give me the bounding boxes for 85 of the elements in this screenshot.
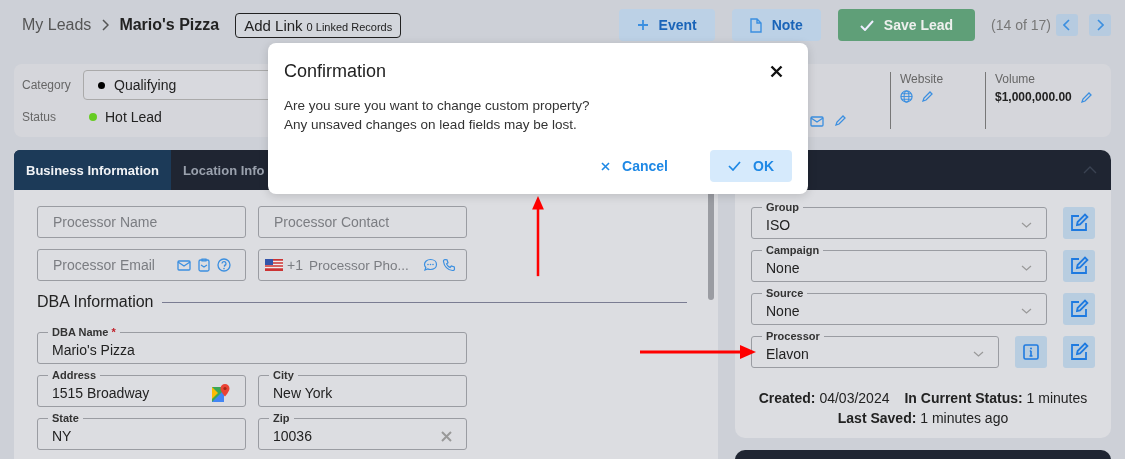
note-button[interactable]: Note xyxy=(731,9,821,41)
edit-button[interactable] xyxy=(1063,293,1095,325)
field-label: State xyxy=(48,411,83,425)
edit-button[interactable] xyxy=(1063,207,1095,239)
phone-icon[interactable] xyxy=(442,258,456,272)
dialog-title: Confirmation xyxy=(284,60,387,82)
field-label: City xyxy=(269,368,298,382)
website-label: Website xyxy=(900,72,945,86)
chevron-down-icon xyxy=(1021,308,1032,314)
pencil-icon[interactable] xyxy=(1079,90,1093,104)
edit-icon xyxy=(1069,256,1089,276)
field-value: Mario's Pizza xyxy=(52,342,135,358)
close-icon xyxy=(601,161,611,171)
info-button[interactable] xyxy=(1015,336,1047,368)
field-value: NY xyxy=(52,428,72,444)
next-button[interactable] xyxy=(1089,14,1111,36)
chevron-up-icon[interactable] xyxy=(1083,166,1097,174)
envelope-icon[interactable] xyxy=(177,259,191,271)
dialog-message: Any unsaved changes on lead fields may be lost. xyxy=(284,116,578,134)
add-link-button[interactable]: Add Link 0 Linked Records xyxy=(235,12,402,38)
page-title: Mario's Pizza xyxy=(119,16,220,34)
chevron-down-icon xyxy=(1021,265,1032,271)
volume-label: Volume xyxy=(995,72,1037,86)
country-code: +1 xyxy=(287,257,303,273)
field-value: Elavon xyxy=(766,346,809,362)
placeholder-text: Processor Contact xyxy=(274,214,390,230)
field-label: Group xyxy=(762,200,803,214)
pencil-icon[interactable] xyxy=(834,114,847,127)
status-value: Hot Lead xyxy=(105,108,162,125)
event-button[interactable]: Event xyxy=(618,9,715,41)
linked-records-count: 0 Linked Records xyxy=(306,20,393,33)
chevron-left-icon xyxy=(1063,19,1071,31)
help-icon[interactable] xyxy=(217,258,231,272)
edit-button[interactable] xyxy=(1063,336,1095,368)
field-label: Campaign xyxy=(762,243,824,257)
edit-icon xyxy=(1069,342,1089,362)
dialog-message: Are you sure you want to change custom property? xyxy=(284,97,591,115)
cancel-button[interactable]: Cancel xyxy=(583,150,686,182)
edit-icon xyxy=(1069,299,1089,319)
envelope-icon[interactable] xyxy=(810,116,824,127)
field-label: Source xyxy=(762,286,808,300)
timestamp-text: In Current Status: 1 minutes xyxy=(904,390,1088,406)
previous-button[interactable] xyxy=(1056,14,1078,36)
clear-icon[interactable] xyxy=(441,430,452,442)
volume-value: $1,000,000.00 xyxy=(995,90,1072,104)
info-icon xyxy=(1023,344,1039,360)
record-position: (14 of 17) xyxy=(991,17,1051,33)
chevron-right-icon xyxy=(101,19,110,31)
plus-icon xyxy=(636,19,649,31)
clipboard-icon[interactable] xyxy=(197,258,211,272)
placeholder-text: Processor Email xyxy=(53,257,155,273)
check-icon xyxy=(728,161,741,171)
status-label: Status xyxy=(22,109,58,124)
edit-button[interactable] xyxy=(1063,250,1095,282)
field-label: Zip xyxy=(269,411,294,425)
chevron-down-icon xyxy=(1021,222,1032,228)
section-heading: DBA Information xyxy=(37,293,154,311)
chevron-right-icon xyxy=(1096,19,1104,31)
document-icon xyxy=(749,17,762,33)
breadcrumb-link[interactable]: My Leads xyxy=(22,16,92,34)
field-label: DBA Name * xyxy=(48,325,120,339)
field-value: ISO xyxy=(766,217,791,233)
field-label: Processor xyxy=(762,329,824,343)
timestamp-text: Last Saved: 1 minutes ago xyxy=(837,410,1009,426)
chevron-down-icon xyxy=(973,351,984,357)
field-value: None xyxy=(766,260,800,276)
globe-icon[interactable] xyxy=(900,90,913,103)
placeholder-text: Processor Pho... xyxy=(308,257,409,273)
chat-icon[interactable] xyxy=(423,258,438,272)
field-value: 1515 Broadway xyxy=(52,385,150,401)
close-icon[interactable] xyxy=(770,64,783,78)
field-value: None xyxy=(766,303,800,319)
pencil-icon[interactable] xyxy=(921,90,934,103)
field-value: 10036 xyxy=(273,428,312,444)
category-label: Category xyxy=(22,78,72,92)
field-label: Address xyxy=(48,368,101,382)
field-value: New York xyxy=(273,385,333,401)
edit-icon xyxy=(1069,213,1089,233)
check-icon xyxy=(859,19,874,31)
flag-icon xyxy=(265,259,283,271)
timestamp-text: Created: 04/03/2024 xyxy=(758,390,890,406)
placeholder-text: Processor Name xyxy=(53,214,158,230)
map-pin-icon[interactable] xyxy=(211,383,231,403)
tab[interactable]: Business Information xyxy=(14,150,171,190)
add-link-label: Add Link xyxy=(244,16,303,34)
